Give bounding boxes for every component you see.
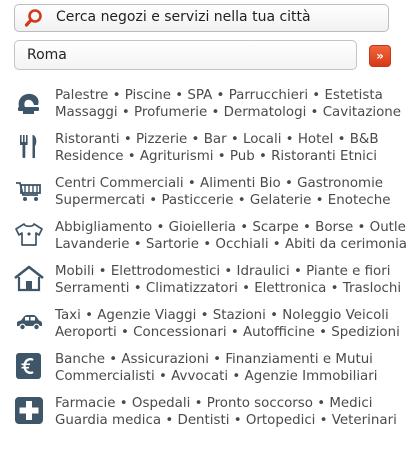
fork-knife-icon (14, 132, 44, 160)
category-line: Residence • Agriturismi • Pub • Ristoran… (55, 149, 377, 164)
city-input[interactable] (14, 40, 357, 70)
category-line: Banche • Assicurazioni • Finanziamenti e… (55, 352, 373, 367)
dryer-icon (14, 88, 44, 116)
search-label: Cerca negozi e servizi nella tua città (56, 9, 311, 25)
category-line: Lavanderie • Sartorie • Occhiali • Abiti… (55, 237, 406, 252)
category-line: Mobili • Elettrodomestici • Idraulici • … (55, 264, 391, 279)
category-line: Centri Commerciali • Alimenti Bio • Gast… (55, 176, 384, 191)
category-line: Serramenti • Climatizzatori • Elettronic… (55, 281, 402, 296)
euro-icon (14, 352, 44, 380)
category-travel[interactable]: Taxi • Agenzie Viaggi • Stazioni • Noleg… (0, 300, 406, 344)
city-row: » (14, 40, 392, 70)
category-line: Palestre • Piscine • SPA • Parrucchieri … (55, 88, 383, 103)
tshirt-icon (14, 220, 44, 248)
category-line: Abbigliamento • Gioielleria • Scarpe • B… (55, 220, 406, 235)
house-icon (14, 264, 44, 292)
search-icon (24, 8, 44, 28)
category-line: Aeroporti • Concessionari • Autofficine … (55, 325, 400, 340)
go-button[interactable]: » (369, 45, 391, 67)
car-icon (14, 308, 44, 336)
category-line: Supermercati • Pasticcerie • Gelaterie •… (55, 193, 391, 208)
category-line: Guardia medica • Dentisti • Ortopedici •… (55, 413, 397, 428)
category-wellness[interactable]: Palestre • Piscine • SPA • Parrucchieri … (0, 80, 406, 124)
medical-cross-icon (14, 396, 44, 424)
category-groceries[interactable]: Centri Commerciali • Alimenti Bio • Gast… (0, 168, 406, 212)
category-line: Taxi • Agenzie Viaggi • Stazioni • Noleg… (55, 308, 389, 323)
shopping-cart-icon (14, 176, 44, 204)
category-food[interactable]: Ristoranti • Pizzerie • Bar • Locali • H… (0, 124, 406, 168)
category-line: Commercialisti • Avvocati • Agenzie Immo… (55, 369, 378, 384)
category-line: Farmacie • Ospedali • Pronto soccorso • … (55, 396, 373, 411)
category-line: Ristoranti • Pizzerie • Bar • Locali • H… (55, 132, 379, 147)
search-bar[interactable]: Cerca negozi e servizi nella tua città (14, 4, 389, 32)
category-home[interactable]: Mobili • Elettrodomestici • Idraulici • … (0, 256, 406, 300)
category-finance[interactable]: Banche • Assicurazioni • Finanziamenti e… (0, 344, 406, 388)
category-line: Massaggi • Profumerie • Dermatologi • Ca… (55, 105, 402, 120)
category-fashion[interactable]: Abbigliamento • Gioielleria • Scarpe • B… (0, 212, 406, 256)
category-health[interactable]: Farmacie • Ospedali • Pronto soccorso • … (0, 388, 406, 432)
